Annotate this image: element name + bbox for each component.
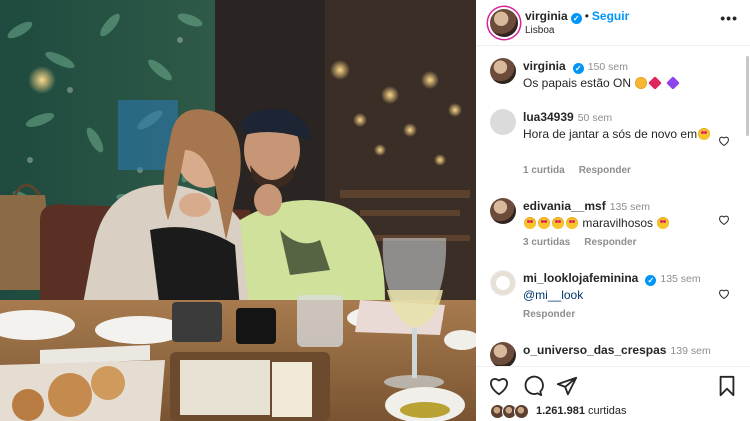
like-comment-heart-icon[interactable]	[718, 214, 730, 226]
comment-time[interactable]: 135 sem	[660, 273, 700, 285]
like-heart-icon[interactable]	[488, 375, 510, 397]
like-comment-heart-icon[interactable]	[718, 135, 730, 147]
heart-eyes-emoji-icon	[698, 128, 711, 140]
heart-eyes-emoji-icon	[538, 217, 550, 229]
likes-count-text[interactable]: 1.261.981 curtidas	[536, 405, 627, 417]
comment-username[interactable]: o_universo_das_crespas	[523, 343, 666, 357]
save-bookmark-icon[interactable]	[716, 375, 738, 397]
heart-emoji-icon	[648, 76, 663, 90]
comment-meta: Responder	[523, 309, 589, 320]
party-face-emoji-icon	[635, 77, 648, 89]
post-actions: 1.261.981 curtidas	[476, 366, 750, 421]
post-header: virginia ✓ • Seguir Lisboa •••	[476, 0, 750, 46]
purple-heart-emoji-icon	[665, 76, 680, 90]
comment-username[interactable]: edivania__msf	[523, 199, 606, 213]
comment-username[interactable]: mi_lookloja​feminina	[523, 271, 638, 285]
likes-count: 1.261.981	[536, 405, 585, 417]
verified-badge-icon: ✓	[570, 13, 582, 24]
verified-badge-icon: ✓	[645, 275, 657, 286]
liker-avatar	[514, 404, 529, 419]
comment-avatar[interactable]	[490, 342, 516, 366]
caption-username[interactable]: virginia	[523, 59, 566, 73]
caption-text: Os papais estão ON	[523, 76, 632, 90]
comment-text: Hora de jantar a sós de novo em	[523, 127, 698, 141]
more-options-icon[interactable]: •••	[720, 10, 738, 26]
reply-button[interactable]: Responder	[584, 237, 636, 248]
comment-likes[interactable]: 3 curtidas	[523, 237, 570, 248]
comment-avatar[interactable]	[490, 198, 516, 224]
heart-eyes-emoji-icon	[524, 217, 536, 229]
comment-text-block: edivania__msf 135 sem maravilhosos	[523, 198, 713, 231]
author-username[interactable]: virginia	[525, 9, 568, 23]
post-photo[interactable]	[0, 0, 476, 421]
location-link[interactable]: Lisboa	[525, 25, 554, 36]
heart-eyes-emoji-icon	[566, 217, 578, 229]
restaurant-couple-photo	[0, 0, 476, 421]
share-paper-plane-icon[interactable]	[556, 375, 578, 397]
caption-time[interactable]: 150 sem	[588, 61, 628, 73]
follow-button[interactable]: Seguir	[592, 9, 629, 23]
comments-list: virginia ✓ 150 sem Os papais estão ON lua3…	[476, 46, 750, 366]
comment-bubble-icon[interactable]	[522, 375, 544, 397]
heart-eyes-emoji-icon	[657, 217, 670, 229]
caption-text-block: virginia ✓ 150 sem Os papais estão ON	[523, 58, 713, 91]
comment-time[interactable]: 139 sem	[670, 345, 710, 357]
comment-likes[interactable]: 1 curtida	[523, 165, 565, 176]
comment-text-block: lua34939 50 sem Hora de jantar a sós de n…	[523, 109, 713, 142]
caption-body: Os papais estão ON	[523, 75, 713, 91]
comment-text-block: o_universo_das_crespas 139 sem	[523, 342, 713, 359]
verified-badge-icon: ✓	[572, 63, 584, 74]
heart-eyes-emoji-icon	[552, 217, 564, 229]
comment-body: Hora de jantar a sós de novo em	[523, 126, 713, 142]
comment-body: maravilhosos	[523, 215, 713, 231]
comment-text: maravilhosos	[582, 216, 654, 230]
post-sidebar: virginia ✓ • Seguir Lisboa ••• virginia ✓ 150…	[476, 0, 750, 421]
comment-text-block: mi_lookloja​feminina ✓ 135 sem @mi__look	[523, 270, 713, 303]
comment-time[interactable]: 135 sem	[610, 201, 650, 213]
comment-time[interactable]: 50 sem	[578, 112, 612, 124]
comment-mention-link[interactable]: @mi__look	[523, 287, 713, 303]
comment-username[interactable]: lua34939	[523, 110, 574, 124]
comment-meta: 3 curtidas Responder	[523, 237, 650, 248]
author-avatar[interactable]	[490, 9, 518, 37]
reply-button[interactable]: Responder	[579, 165, 631, 176]
like-comment-heart-icon[interactable]	[718, 288, 730, 300]
dot-separator: •	[584, 9, 589, 23]
caption-avatar[interactable]	[490, 58, 516, 84]
comment-meta: 1 curtida Responder	[523, 165, 645, 176]
comment-avatar[interactable]	[490, 109, 516, 135]
comment-avatar[interactable]	[490, 270, 516, 296]
likes-label: curtidas	[588, 405, 627, 417]
author-line: virginia ✓ • Seguir	[525, 9, 629, 24]
reply-button[interactable]: Responder	[523, 309, 575, 320]
